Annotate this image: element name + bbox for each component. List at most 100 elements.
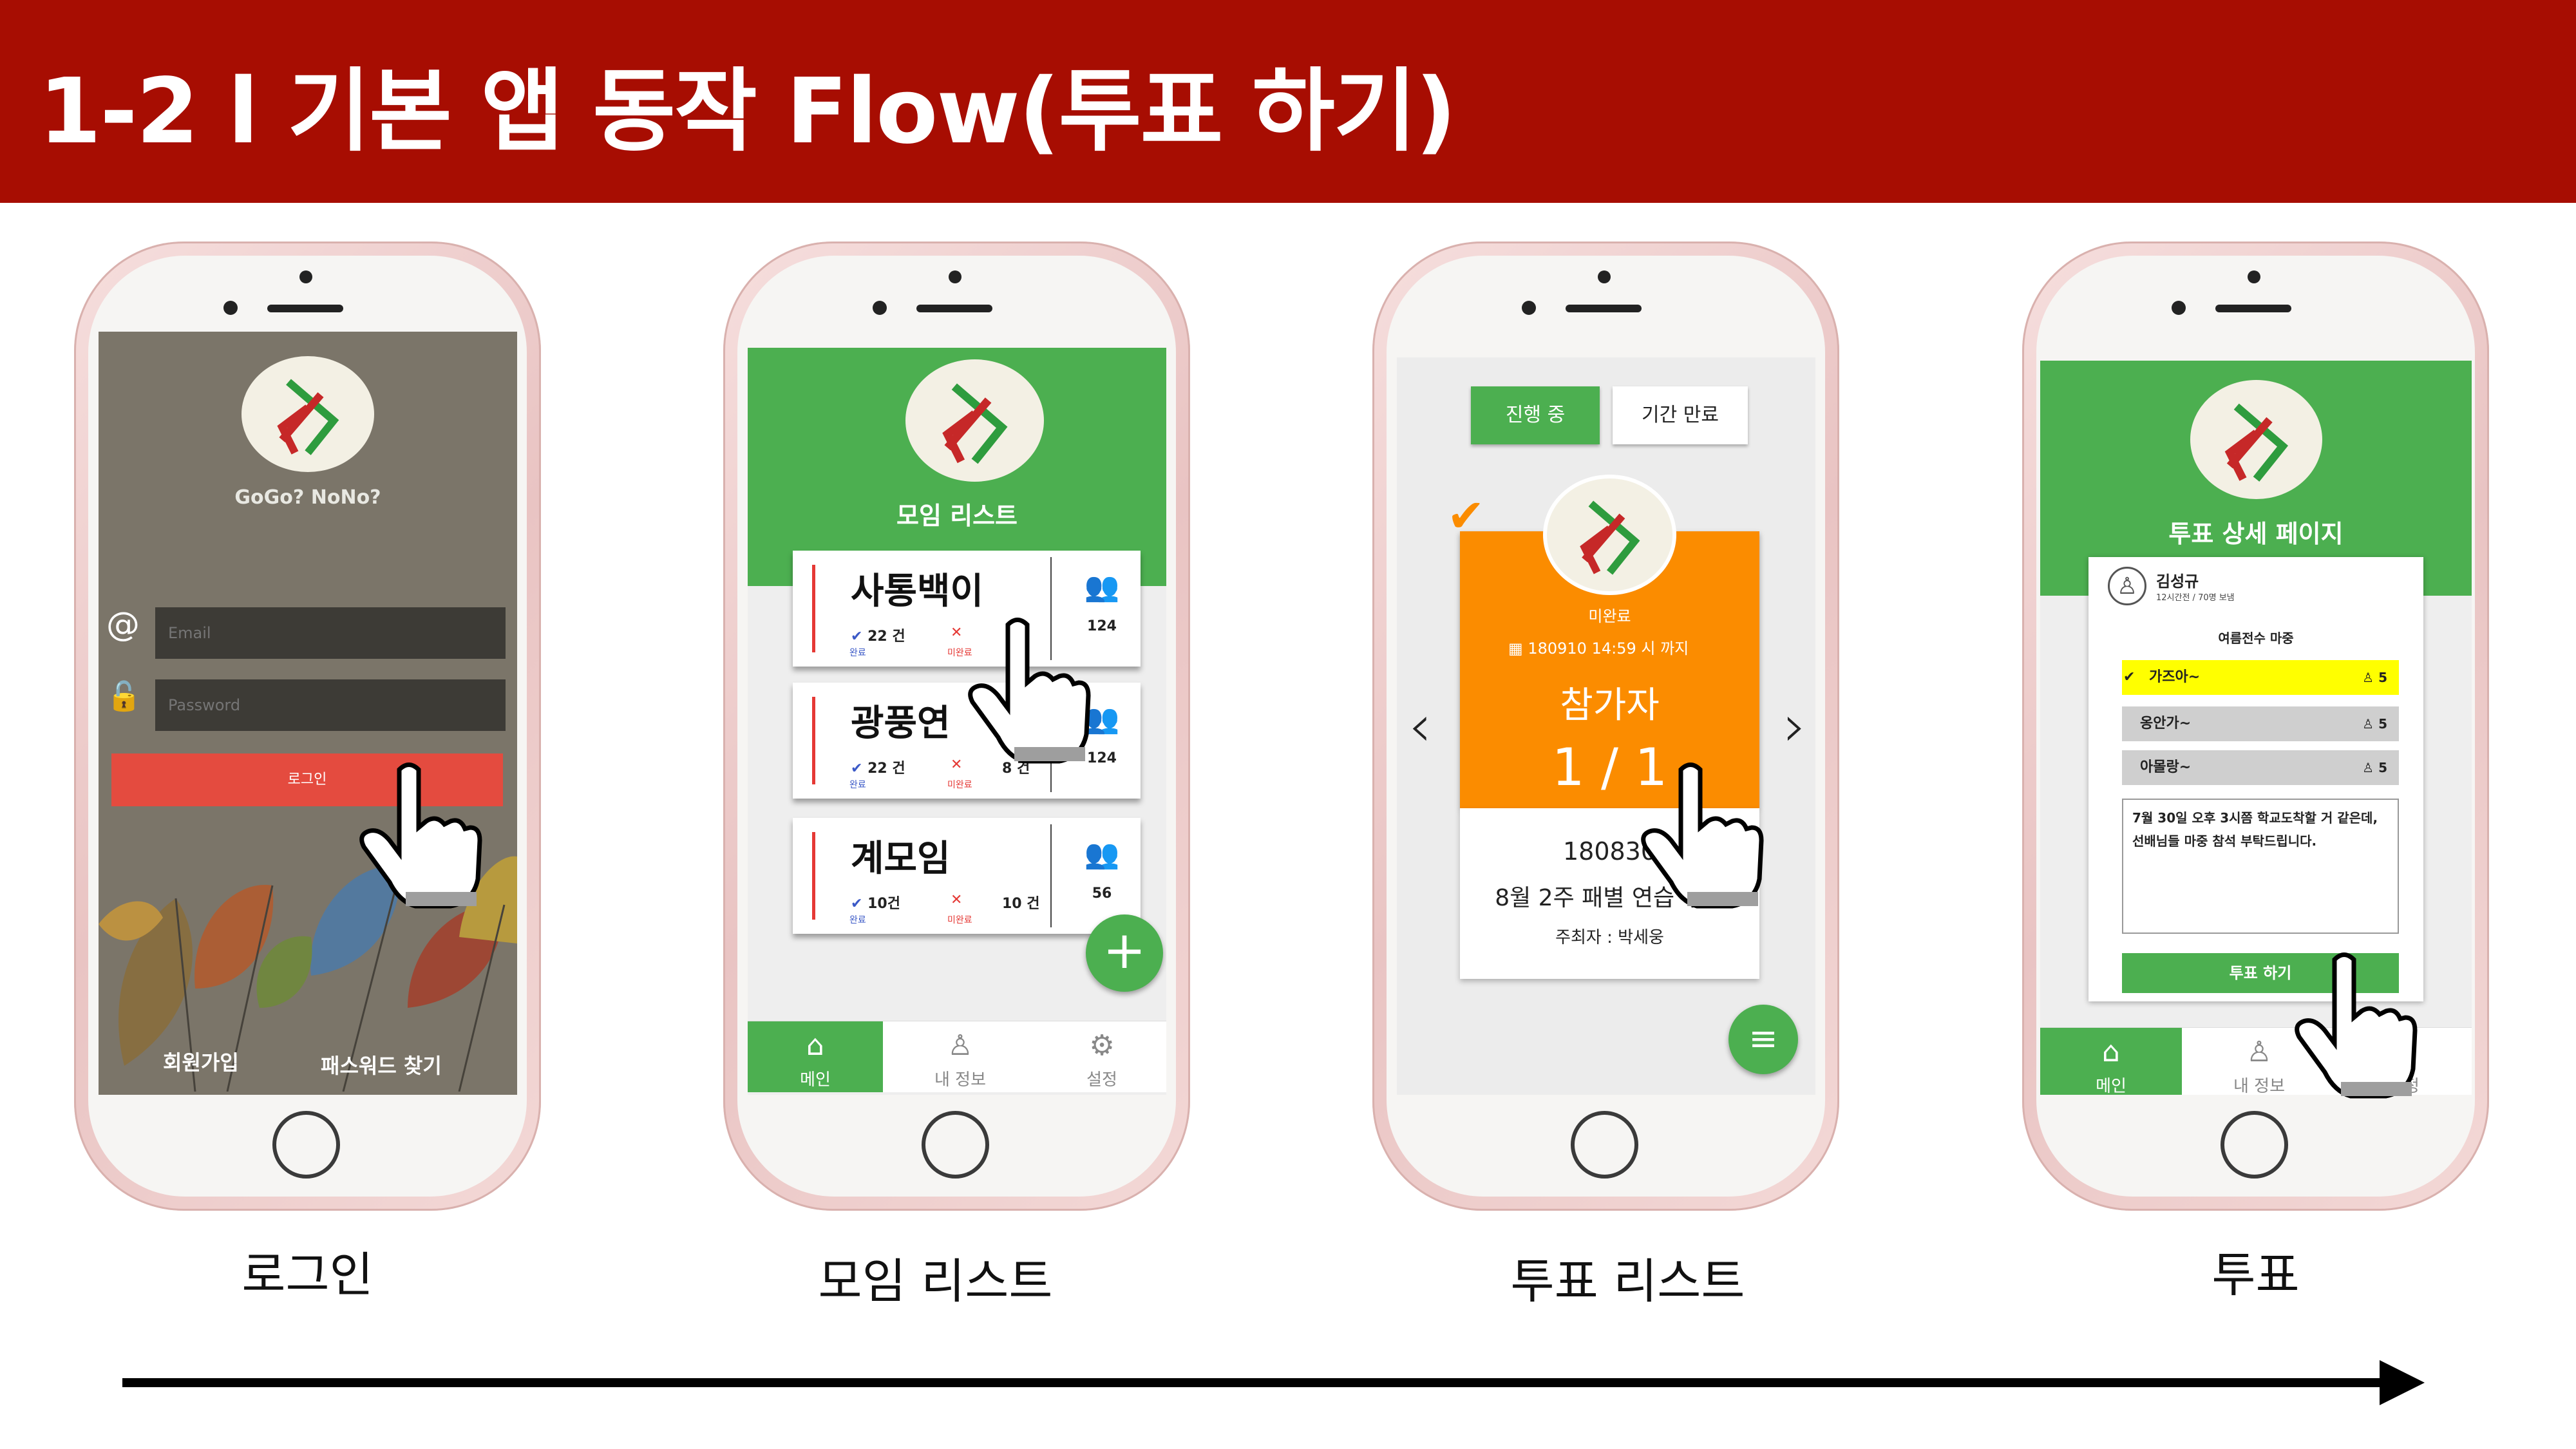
undone-stat: ✕: [951, 625, 962, 641]
x-icon: ✕: [951, 892, 963, 908]
lock-icon: 🔓: [106, 680, 142, 713]
vote-detail-card: ♙ 김성규 12시간전 / 70명 보냄 여름전수 마중 ✔ 가즈아~ ♙ 5 …: [2088, 557, 2423, 1001]
home-button[interactable]: [1571, 1111, 1638, 1179]
speaker-grille: [2215, 305, 2291, 312]
flow-arrow-line: [122, 1378, 2396, 1387]
speaker-grille: [267, 305, 343, 312]
speaker-grille: [916, 305, 992, 312]
screen-title: 투표 상세 페이지: [2168, 520, 2344, 548]
user-icon: ♙: [947, 1029, 973, 1062]
tab-main[interactable]: ⌂ 메인: [2040, 1028, 2182, 1095]
login-screen: GoGo? NoNo? @ 🔓 로그인 회원가입 패스워드 찾기: [99, 332, 517, 1095]
chevron-right-icon[interactable]: ›: [1783, 692, 1806, 760]
app-logo-icon: [942, 383, 1008, 464]
comment-box[interactable]: 7월 30일 오후 3시쯤 학교도착할 거 같은데, 선배님들 마중 참석 부탁…: [2122, 799, 2399, 934]
sensor-icon: [1522, 301, 1536, 315]
group-name: 광풍연: [851, 703, 951, 744]
check-icon: ✔: [851, 629, 863, 645]
app-logo: [242, 356, 374, 472]
caption-vote: 투표: [2211, 1247, 2300, 1303]
home-icon: ⌂: [806, 1029, 824, 1062]
pointing-hand-icon: [2295, 952, 2418, 1099]
author-meta: 12시간전 / 70명 보냄: [2156, 593, 2235, 603]
members-icon: 👥: [1084, 571, 1120, 603]
bottom-tab-bar: ⌂ 메인 ♙ 내 정보 ⚙ 설정: [748, 1021, 1166, 1092]
phone-vote-list: 진행 중 기간 만료 ‹ › ✔ 미완료 ▦ 180910 14:59 시 까지…: [1372, 242, 1839, 1211]
check-icon: ✔: [851, 896, 863, 912]
home-button[interactable]: [922, 1111, 989, 1179]
password-input[interactable]: [155, 679, 506, 731]
members-icon: 👥: [1084, 838, 1120, 871]
deadline: ▦ 180910 14:59 시 까지: [1508, 639, 1689, 658]
check-icon: ✔: [851, 761, 863, 777]
app-logo: [2190, 380, 2322, 499]
done-stat: ✔ 10건: [851, 896, 900, 912]
done-stat: ✔ 22 건: [851, 629, 905, 645]
tab-my-info[interactable]: ♙ 내 정보: [883, 1021, 1037, 1092]
sensor-icon: [873, 301, 887, 315]
user-icon: ♙: [2362, 760, 2374, 775]
group-name: 사통백이: [851, 571, 984, 612]
status-label: 미완료: [1588, 607, 1631, 625]
home-icon: ⌂: [2102, 1036, 2120, 1068]
add-group-button[interactable]: +: [1086, 914, 1163, 992]
calendar-icon: ▦: [1508, 639, 1523, 658]
email-input[interactable]: [155, 607, 506, 659]
undone-stat: ✕: [951, 757, 962, 773]
member-count: 56: [1092, 886, 1112, 902]
sensor-icon: [223, 301, 238, 315]
front-camera: [1598, 270, 1611, 283]
participants-label: 참가자: [1560, 685, 1660, 726]
vote-list-screen: 진행 중 기간 만료 ‹ › ✔ 미완료 ▦ 180910 14:59 시 까지…: [1397, 357, 1815, 1095]
tab-settings[interactable]: ⚙ 설정: [1037, 1021, 1166, 1092]
page-title: 1-2 l 기본 앱 동작 Flow(투표 하기): [39, 59, 1457, 164]
user-icon: ♙: [2362, 716, 2374, 732]
front-camera: [2248, 270, 2260, 283]
group-card[interactable]: 계모임 ✔ 10건 완료 ✕ 미완료 10 건 👥 56: [793, 818, 1141, 934]
find-password-link[interactable]: 패스워드 찾기: [321, 1050, 442, 1079]
done-stat: ✔ 22 건: [851, 761, 905, 777]
title-banner: 1-2 l 기본 앱 동작 Flow(투표 하기): [0, 0, 2576, 203]
tab-in-progress[interactable]: 진행 중: [1471, 386, 1600, 444]
phone-login: GoGo? NoNo? @ 🔓 로그인 회원가입 패스워드 찾기: [74, 242, 541, 1211]
chevron-left-icon[interactable]: ‹: [1408, 692, 1432, 760]
screen-title: 모임 리스트: [896, 502, 1018, 530]
speaker-grille: [1566, 305, 1642, 312]
app-logo-icon: [2224, 403, 2289, 482]
avatar-icon: ♙: [2108, 567, 2146, 605]
at-sign-icon: @: [106, 605, 140, 644]
app-logo: [1547, 478, 1672, 591]
vote-option[interactable]: 아몰랑~ ♙ 5: [2122, 750, 2399, 785]
pointing-hand-icon: [1641, 762, 1764, 909]
group-list-screen: 모임 리스트 사통백이 ✔ 22 건 완료 ✕ 미완료 👥 124 광풍연 ✔ …: [748, 348, 1166, 1095]
sensor-icon: [2172, 301, 2186, 315]
front-camera: [299, 270, 312, 283]
group-name: 계모임: [851, 838, 951, 880]
vote-option[interactable]: 옹안가~ ♙ 5: [2122, 706, 2399, 741]
pointing-hand-icon: [968, 618, 1091, 764]
undone-count: 10 건: [1002, 896, 1040, 912]
app-logo-icon: [1580, 500, 1640, 575]
arrow-right-icon: [2380, 1360, 2425, 1405]
home-button[interactable]: [2221, 1111, 2288, 1179]
author-name: 김성규: [2156, 573, 2199, 591]
undone-stat: ✕: [951, 892, 962, 908]
user-icon: ♙: [2362, 670, 2374, 685]
tab-expired[interactable]: 기간 만료: [1613, 386, 1748, 444]
menu-button[interactable]: ≡: [1728, 1005, 1798, 1074]
gear-icon: ⚙: [1089, 1029, 1115, 1062]
caption-vote-list: 투표 리스트: [1510, 1254, 1745, 1309]
vote-question: 여름전수 마중: [2218, 630, 2294, 646]
caption-group-list: 모임 리스트: [818, 1254, 1053, 1309]
home-button[interactable]: [272, 1111, 340, 1179]
app-logo: [905, 359, 1044, 482]
tab-main[interactable]: ⌂ 메인: [748, 1021, 883, 1092]
x-icon: ✕: [951, 757, 963, 773]
check-icon: ✔: [2123, 669, 2136, 685]
signup-link[interactable]: 회원가입: [163, 1046, 239, 1076]
app-logo-icon: [277, 379, 339, 455]
app-name: GoGo? NoNo?: [234, 486, 381, 509]
x-icon: ✕: [951, 625, 963, 641]
vote-option-selected[interactable]: ✔ 가즈아~ ♙ 5: [2122, 660, 2399, 695]
front-camera: [949, 270, 961, 283]
